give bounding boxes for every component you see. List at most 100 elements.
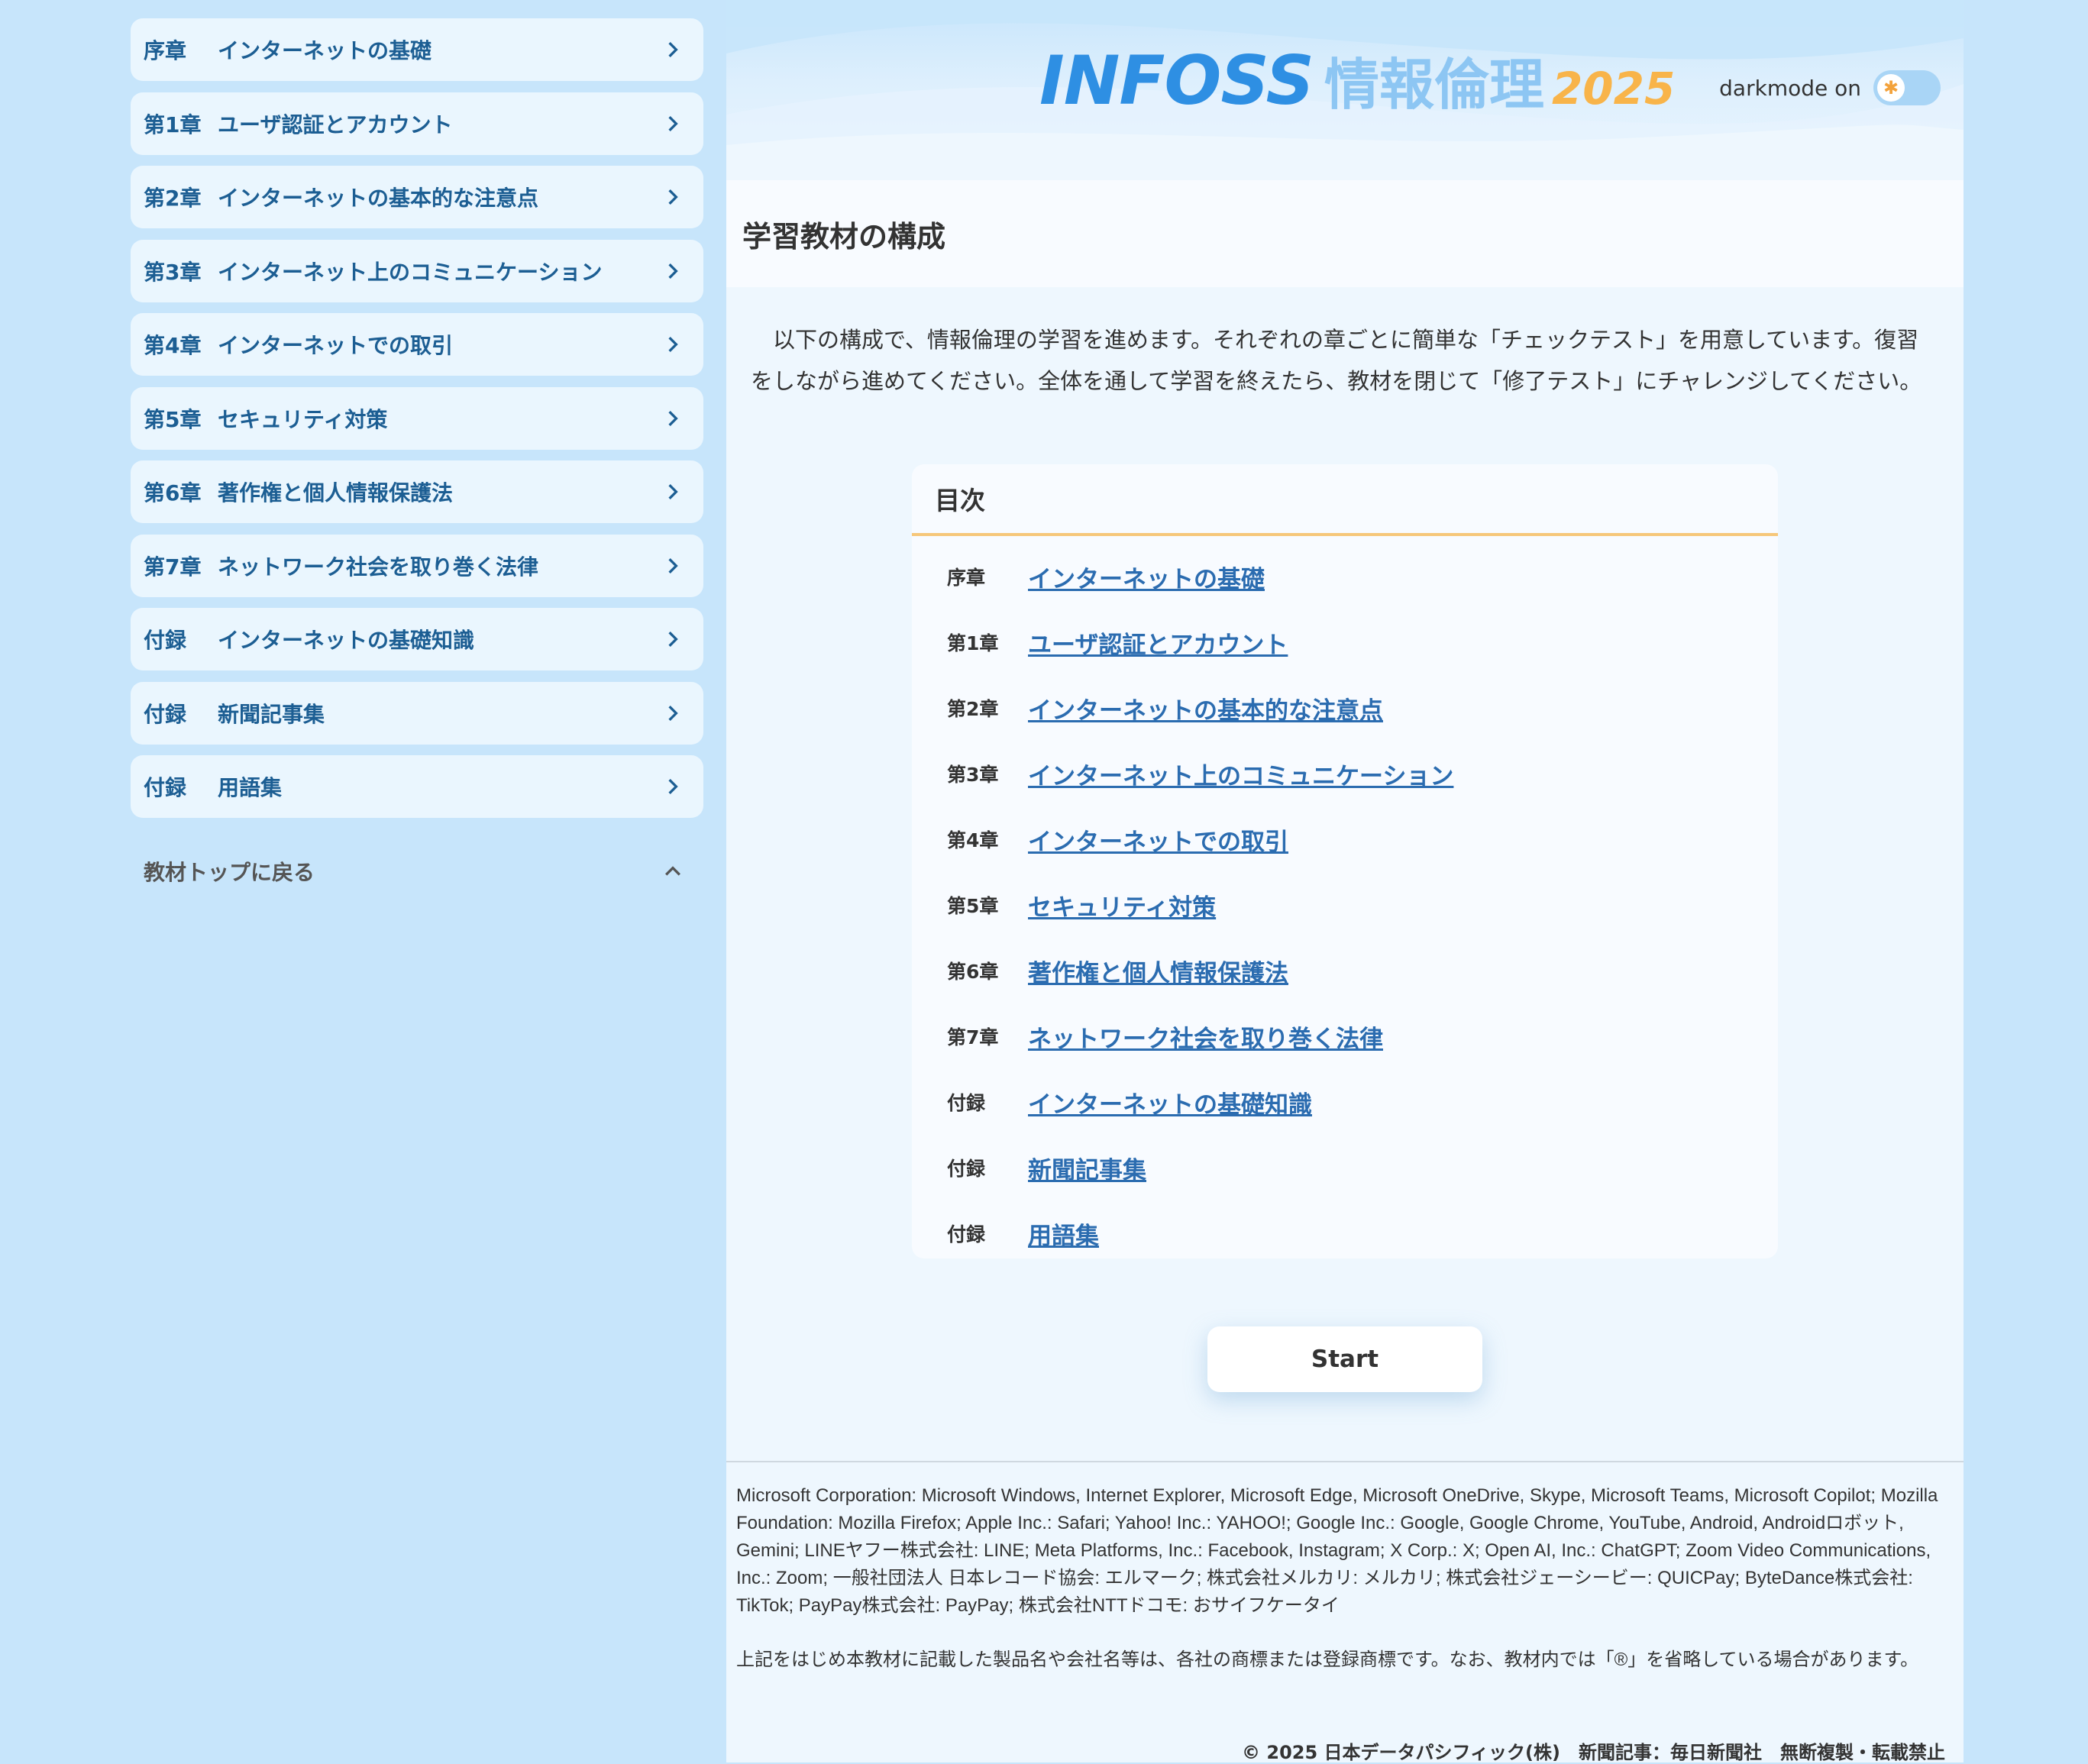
sun-icon: ✱ <box>1877 74 1905 102</box>
toc-link-chapter-1[interactable]: ユーザ認証とアカウント <box>1028 625 1288 660</box>
toc-link-chapter-6[interactable]: 著作権と個人情報保護法 <box>1028 954 1288 988</box>
chevron-up-icon <box>658 856 688 887</box>
sidebar-item-label: ネットワーク社会を取り巻く法律 <box>218 554 539 580</box>
toc-row: 付録 インターネットの基礎知識 <box>912 1069 1778 1135</box>
toc-title: 目次 <box>912 464 1778 536</box>
toc-link-appendix-basics[interactable]: インターネットの基礎知識 <box>1028 1085 1312 1119</box>
page-header: INFOSS 情報倫理 2025 darkmode on ✱ <box>726 0 1964 180</box>
logo-main: INFOSS <box>1039 41 1314 120</box>
toc-link-chapter-7[interactable]: ネットワーク社会を取り巻く法律 <box>1028 1019 1383 1054</box>
chevron-right-icon <box>658 403 688 434</box>
sidebar-item-number: 第3章 <box>144 259 202 285</box>
darkmode-label: darkmode on <box>1719 75 1861 101</box>
sidebar-item-label: 新聞記事集 <box>218 701 325 727</box>
darkmode-toggle[interactable]: ✱ <box>1873 70 1941 105</box>
toc-number: 第2章 <box>947 698 999 720</box>
toc-number: 第3章 <box>947 764 999 786</box>
sidebar-item-number: 第1章 <box>144 111 202 137</box>
toc-link-appendix-news[interactable]: 新聞記事集 <box>1028 1151 1146 1185</box>
start-button[interactable]: Start <box>1207 1326 1482 1392</box>
sidebar-item-label: インターネットの基礎 <box>218 38 432 63</box>
sidebar-item-number: 付録 <box>144 628 187 653</box>
toc-link-appendix-glossary[interactable]: 用語集 <box>1028 1216 1099 1251</box>
toc-row: 付録 新聞記事集 <box>912 1135 1778 1200</box>
toc-number: 序章 <box>947 567 986 589</box>
toc-number: 第7章 <box>947 1026 999 1048</box>
chevron-right-icon <box>658 34 688 65</box>
section-title-band: 学習教材の構成 <box>726 180 1964 287</box>
toc-link-intro[interactable]: インターネットの基礎 <box>1028 560 1265 594</box>
toc-link-chapter-4[interactable]: インターネットでの取引 <box>1028 822 1288 857</box>
sidebar-item-label: インターネットの基礎知識 <box>218 628 475 653</box>
sidebar-item-number: 第2章 <box>144 186 202 211</box>
sidebar-item-chapter-1[interactable]: 第1章 ユーザ認証とアカウント <box>131 92 703 155</box>
toc-row: 第4章 インターネットでの取引 <box>912 806 1778 872</box>
sidebar-item-chapter-3[interactable]: 第3章 インターネット上のコミュニケーション <box>131 239 703 302</box>
page-title: 学習教材の構成 <box>742 219 946 254</box>
sidebar-item-label: ユーザ認証とアカウント <box>218 111 453 137</box>
sidebar-item-number: 第5章 <box>144 406 202 432</box>
toc-number: 付録 <box>947 1158 986 1180</box>
toc-number: 第5章 <box>947 895 999 917</box>
back-to-top-toggle[interactable]: 教材トップに戻る <box>131 848 703 894</box>
toc-number: 付録 <box>947 1223 986 1245</box>
sidebar-item-number: 序章 <box>144 38 187 63</box>
chevron-right-icon <box>658 329 688 360</box>
sidebar-item-label: セキュリティ対策 <box>218 406 388 432</box>
table-of-contents: 目次 序章 インターネットの基礎 第1章 ユーザ認証とアカウント 第2章 インターネッ… <box>912 464 1778 1258</box>
sidebar-item-chapter-5[interactable]: 第5章 セキュリティ対策 <box>131 386 703 450</box>
main-content: INFOSS 情報倫理 2025 darkmode on ✱ 学習教材の構成 以… <box>726 0 1964 1764</box>
chevron-right-icon <box>658 477 688 507</box>
toc-link-chapter-5[interactable]: セキュリティ対策 <box>1028 888 1216 922</box>
trademark-credits: Microsoft Corporation: Microsoft Windows… <box>736 1485 1938 1616</box>
sidebar-item-number: 第7章 <box>144 554 202 580</box>
back-to-top-label: 教材トップに戻る <box>144 860 315 885</box>
toc-row: 第1章 ユーザ認証とアカウント <box>912 609 1778 675</box>
sidebar-item-number: 付録 <box>144 775 187 800</box>
toc-number: 付録 <box>947 1092 986 1114</box>
toc-number: 第6章 <box>947 961 999 983</box>
toc-number: 第4章 <box>947 829 999 851</box>
copyright-text: © 2025 日本データパシフィック(株) 新聞記事：毎日新聞社 無断複製・転載… <box>1242 1742 1945 1763</box>
toc-row: 第7章 ネットワーク社会を取り巻く法律 <box>912 1003 1778 1069</box>
chevron-right-icon <box>658 108 688 139</box>
chevron-right-icon <box>658 551 688 581</box>
infoss-logo: INFOSS 情報倫理 2025 <box>1039 40 1675 120</box>
sidebar-item-number: 第4章 <box>144 333 202 358</box>
sidebar-item-chapter-4[interactable]: 第4章 インターネットでの取引 <box>131 313 703 376</box>
sidebar-item-chapter-2[interactable]: 第2章 インターネットの基本的な注意点 <box>131 166 703 228</box>
toc-row: 第3章 インターネット上のコミュニケーション <box>912 741 1778 806</box>
sidebar: 序章 インターネットの基礎 第1章 ユーザ認証とアカウント 第2章 インターネッ… <box>131 18 703 894</box>
toc-row: 第5章 セキュリティ対策 <box>912 872 1778 938</box>
toc-row: 第2章 インターネットの基本的な注意点 <box>912 675 1778 741</box>
chevron-right-icon <box>658 624 688 654</box>
sidebar-item-label: インターネットの基本的な注意点 <box>218 186 539 211</box>
toc-row: 序章 インターネットの基礎 <box>912 544 1778 609</box>
sidebar-item-appendix-glossary[interactable]: 付録 用語集 <box>131 755 703 818</box>
sidebar-item-label: 著作権と個人情報保護法 <box>218 480 454 506</box>
page-footer: Microsoft Corporation: Microsoft Windows… <box>726 1461 1964 1764</box>
chevron-right-icon <box>658 698 688 729</box>
chevron-right-icon <box>658 256 688 286</box>
toc-row: 付録 用語集 <box>912 1200 1778 1258</box>
sidebar-item-label: インターネット上のコミュニケーション <box>218 259 603 285</box>
logo-subtitle: 情報倫理 <box>1324 53 1544 117</box>
toc-list: 序章 インターネットの基礎 第1章 ユーザ認証とアカウント 第2章 インターネットの基… <box>912 536 1778 1258</box>
sidebar-item-intro[interactable]: 序章 インターネットの基礎 <box>131 18 703 81</box>
chevron-right-icon <box>658 182 688 212</box>
sidebar-item-number: 付録 <box>144 701 187 727</box>
sidebar-item-label: 用語集 <box>218 775 283 800</box>
sidebar-item-appendix-basics[interactable]: 付録 インターネットの基礎知識 <box>131 608 703 670</box>
toc-link-chapter-3[interactable]: インターネット上のコミュニケーション <box>1028 757 1453 791</box>
toc-link-chapter-2[interactable]: インターネットの基本的な注意点 <box>1028 691 1383 725</box>
logo-year: 2025 <box>1551 63 1676 115</box>
sidebar-item-appendix-news[interactable]: 付録 新聞記事集 <box>131 681 703 745</box>
sidebar-item-label: インターネットでの取引 <box>218 333 454 358</box>
sidebar-item-chapter-7[interactable]: 第7章 ネットワーク社会を取り巻く法律 <box>131 534 703 597</box>
chevron-right-icon <box>658 771 688 802</box>
trademark-notice: 上記をはじめ本教材に記載した製品名や会社名等は、各社の商標または登録商標です。な… <box>736 1649 1919 1670</box>
darkmode-control: darkmode on ✱ <box>1719 70 1941 105</box>
intro-text: 以下の構成で、情報倫理の学習を進めます。それぞれの章ごとに簡単な「チェックテスト… <box>751 327 1922 394</box>
sidebar-item-chapter-6[interactable]: 第6章 著作権と個人情報保護法 <box>131 460 703 523</box>
toc-row: 第6章 著作権と個人情報保護法 <box>912 938 1778 1003</box>
